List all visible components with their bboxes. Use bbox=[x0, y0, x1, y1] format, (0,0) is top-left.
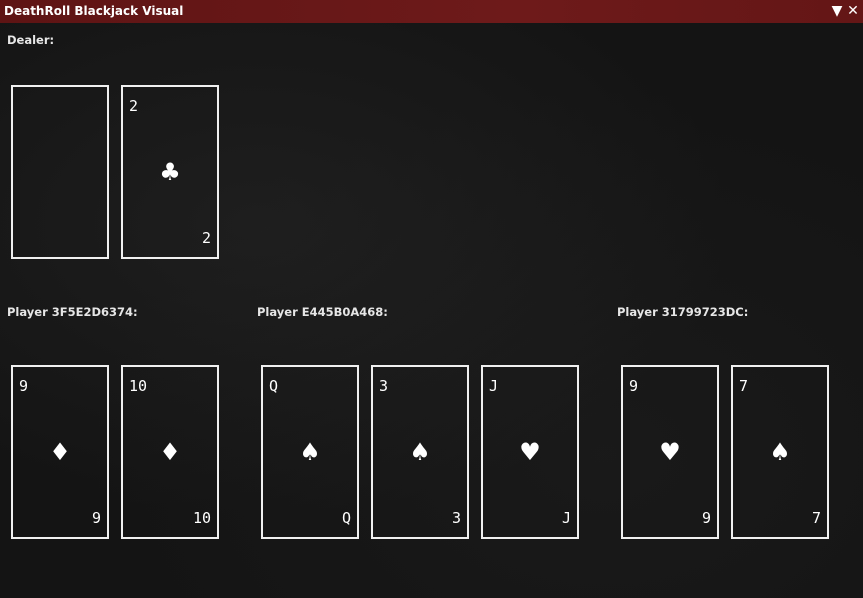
card-rank-top: J bbox=[489, 377, 499, 395]
card-rank-bottom: 9 bbox=[701, 509, 711, 527]
spade-icon: ♠ bbox=[409, 438, 431, 466]
card-rank-bottom: 10 bbox=[192, 509, 211, 527]
card-rank-top: 10 bbox=[129, 377, 148, 395]
player-card: 10 ♦ 10 bbox=[121, 365, 219, 539]
card-rank-top: 9 bbox=[19, 377, 29, 395]
card-rank-top: 2 bbox=[129, 97, 139, 115]
card-rank-bottom: 2 bbox=[201, 229, 211, 247]
player-label: Player 3F5E2D6374: bbox=[7, 305, 138, 319]
card-rank-bottom: 7 bbox=[811, 509, 821, 527]
table-canvas: Dealer: 2 ♣ 2 Player 3F5E2D6374: 9 ♦ 9 1… bbox=[0, 23, 863, 598]
card-rank-top: 9 bbox=[629, 377, 639, 395]
card-rank-bottom: 3 bbox=[451, 509, 461, 527]
card-rank-top: Q bbox=[269, 377, 279, 395]
player-label: Player 31799723DC: bbox=[617, 305, 749, 319]
player-card: J ♥ J bbox=[481, 365, 579, 539]
title-bar[interactable]: DeathRoll Blackjack Visual ▼ ✕ bbox=[0, 0, 863, 23]
card-rank-bottom: Q bbox=[341, 509, 351, 527]
window-title: DeathRoll Blackjack Visual bbox=[4, 4, 184, 18]
heart-icon: ♥ bbox=[519, 438, 541, 466]
dealer-card-facedown bbox=[11, 85, 109, 259]
player-card: 9 ♦ 9 bbox=[11, 365, 109, 539]
player-card: 9 ♥ 9 bbox=[621, 365, 719, 539]
collapse-icon[interactable]: ▼ bbox=[829, 2, 845, 21]
dealer-label: Dealer: bbox=[7, 33, 55, 47]
card-rank-bottom: 9 bbox=[91, 509, 101, 527]
close-icon[interactable]: ✕ bbox=[845, 2, 861, 21]
card-rank-top: 3 bbox=[379, 377, 389, 395]
dealer-card: 2 ♣ 2 bbox=[121, 85, 219, 259]
player-label: Player E445B0A468: bbox=[257, 305, 388, 319]
spade-icon: ♠ bbox=[769, 438, 791, 466]
heart-icon: ♥ bbox=[659, 438, 681, 466]
player-card: Q ♠ Q bbox=[261, 365, 359, 539]
diamond-icon: ♦ bbox=[49, 438, 71, 466]
player-card: 7 ♠ 7 bbox=[731, 365, 829, 539]
diamond-icon: ♦ bbox=[159, 438, 181, 466]
card-rank-top: 7 bbox=[739, 377, 749, 395]
card-rank-bottom: J bbox=[561, 509, 571, 527]
club-icon: ♣ bbox=[159, 158, 181, 186]
player-card: 3 ♠ 3 bbox=[371, 365, 469, 539]
spade-icon: ♠ bbox=[299, 438, 321, 466]
